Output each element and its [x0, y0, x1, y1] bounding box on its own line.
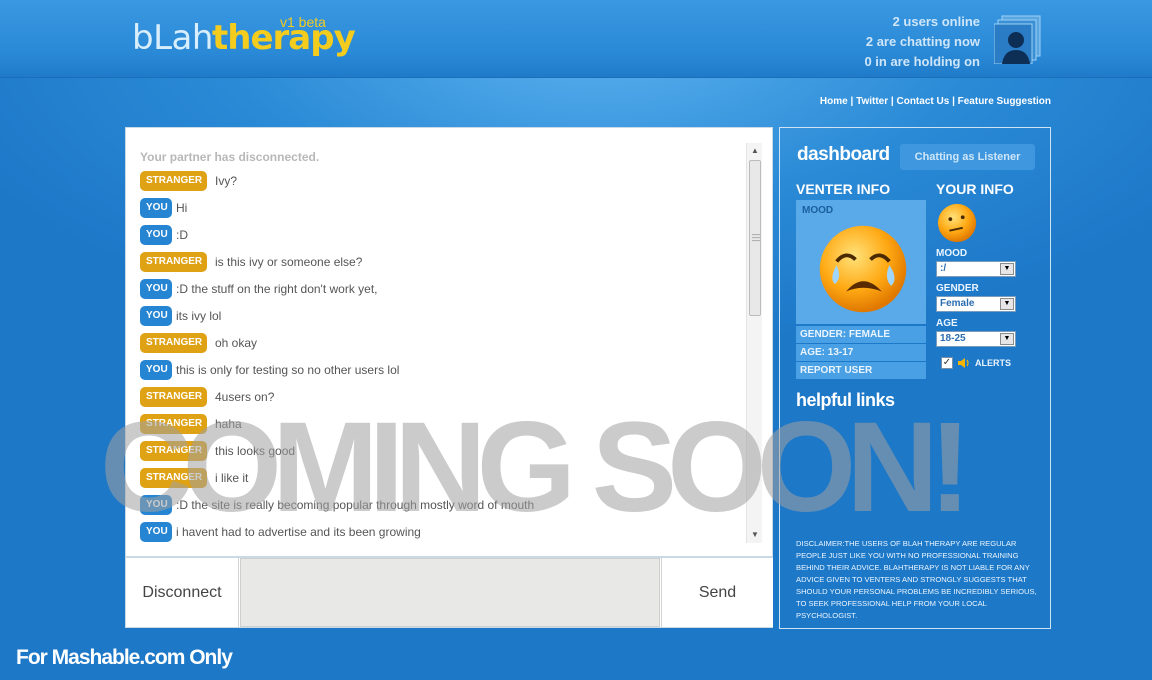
chat-message-text: i like it: [215, 470, 249, 485]
venter-gender: GENDER: FEMALE: [796, 326, 926, 343]
chat-message: YOU :D: [140, 221, 740, 248]
chat-controls: Disconnect Send: [125, 557, 773, 628]
scroll-grip-icon: — — —: [752, 230, 760, 245]
you-badge: YOU: [140, 359, 172, 380]
stranger-badge: STRANGER: [140, 170, 207, 191]
stranger-badge: STRANGER: [140, 413, 207, 434]
nav-twitter[interactable]: Twitter: [856, 96, 888, 107]
users-holding: 0 in are holding on: [864, 54, 980, 69]
nav-feature-suggestion[interactable]: Feature Suggestion: [958, 96, 1051, 107]
users-icon: [994, 15, 1041, 64]
chat-message-text: :D the stuff on the right don't work yet…: [176, 281, 378, 296]
gender-select[interactable]: Female ▼: [936, 296, 1016, 312]
chat-message: STRANGER this looks good: [140, 437, 740, 464]
you-badge: YOU: [140, 278, 172, 299]
chat-message: STRANGER Ivy?: [140, 167, 740, 194]
mood-value: :/: [940, 263, 947, 274]
chevron-down-icon[interactable]: ▼: [1000, 263, 1014, 275]
chat-message-text: i havent had to advertise and its been g…: [176, 524, 421, 539]
chat-message: YOU Hi: [140, 194, 740, 221]
mood-select[interactable]: :/ ▼: [936, 261, 1016, 277]
chat-message-text: :D: [176, 227, 188, 242]
age-label: AGE: [936, 318, 958, 329]
message-input[interactable]: [240, 558, 660, 627]
stranger-badge: STRANGER: [140, 251, 207, 272]
age-value: 18-25: [940, 333, 966, 344]
venter-mood-label: MOOD: [802, 205, 834, 216]
nav-contact[interactable]: Contact Us: [896, 96, 949, 107]
chat-message-text: is this ivy or someone else?: [215, 254, 363, 269]
logo-part-1: bLah: [132, 18, 213, 58]
venter-info-title: VENTER INFO: [796, 181, 891, 197]
alerts-toggle[interactable]: ✓ ALERTS: [941, 356, 1011, 370]
stranger-badge: STRANGER: [140, 440, 207, 461]
speaker-icon: [958, 358, 969, 368]
chat-mode-label: Chatting as Listener: [900, 144, 1035, 170]
system-message: Your partner has disconnected.: [140, 150, 320, 164]
you-badge: YOU: [140, 197, 172, 218]
scroll-down-arrow-icon[interactable]: ▼: [747, 527, 763, 543]
chat-message-text: oh okay: [215, 335, 258, 350]
stranger-badge: STRANGER: [140, 386, 207, 407]
your-info-title: YOUR INFO: [936, 181, 1014, 197]
venter-mood-box: MOOD: [796, 200, 926, 324]
chat-message: YOU its ivy lol: [140, 302, 740, 329]
dashboard-panel: dashboard Chatting as Listener VENTER IN…: [779, 127, 1051, 629]
scroll-up-arrow-icon[interactable]: ▲: [747, 143, 763, 159]
you-badge: YOU: [140, 305, 172, 326]
chat-message-text: :D the site is really becoming popular t…: [176, 497, 535, 512]
gender-value: Female: [940, 298, 975, 309]
chat-log: Your partner has disconnected. STRANGER I…: [140, 150, 740, 545]
users-online: 2 users online: [892, 14, 980, 29]
alerts-checkbox[interactable]: ✓: [941, 357, 953, 369]
scroll-thumb[interactable]: — — —: [749, 160, 761, 316]
stranger-badge: STRANGER: [140, 332, 207, 353]
chat-message: STRANGER haha: [140, 410, 740, 437]
gender-label: GENDER: [936, 283, 979, 294]
alerts-label: ALERTS: [975, 358, 1011, 368]
dashboard-title: dashboard: [797, 144, 890, 165]
chat-message-text: Ivy?: [215, 173, 238, 188]
report-user-button[interactable]: REPORT USER: [796, 362, 926, 379]
you-badge: YOU: [140, 494, 172, 515]
chat-scrollbar[interactable]: ▲ — — — ▼: [746, 143, 762, 543]
footer-note: For Mashable.com Only: [16, 646, 233, 669]
chat-message: YOU :D the stuff on the right don't work …: [140, 275, 740, 302]
venter-age: AGE: 13-17: [796, 344, 926, 361]
chat-message-text: this looks good: [215, 443, 296, 458]
confused-face-icon: [937, 203, 977, 243]
chat-message: YOU i havent had to advertise and its bee…: [140, 518, 740, 545]
logo-version: v1 beta: [280, 14, 326, 30]
users-chatting: 2 are chatting now: [865, 34, 980, 49]
age-select[interactable]: 18-25 ▼: [936, 331, 1016, 347]
you-badge: YOU: [140, 224, 172, 245]
stranger-badge: STRANGER: [140, 467, 207, 488]
chat-message-text: 4users on?: [215, 389, 275, 404]
crying-face-icon: [819, 225, 907, 313]
you-badge: YOU: [140, 521, 172, 542]
chat-message: STRANGER oh okay: [140, 329, 740, 356]
chat-message: STRANGER i like it: [140, 464, 740, 491]
chat-message: YOU :D the site is really becoming popula…: [140, 491, 740, 518]
chat-message: STRANGER is this ivy or someone else?: [140, 248, 740, 275]
chevron-down-icon[interactable]: ▼: [1000, 333, 1014, 345]
chat-message-text: its ivy lol: [176, 308, 222, 323]
chat-message: YOU this is only for testing so no other …: [140, 356, 740, 383]
send-button[interactable]: Send: [661, 558, 773, 627]
top-nav: Home | Twitter | Contact Us | Feature Su…: [820, 96, 1051, 107]
nav-home[interactable]: Home: [820, 96, 848, 107]
chat-message: STRANGER 4users on?: [140, 383, 740, 410]
disconnect-button[interactable]: Disconnect: [126, 558, 239, 627]
chat-panel: Your partner has disconnected. STRANGER I…: [125, 127, 773, 557]
user-stats: 2 users online 2 are chatting now 0 in a…: [864, 12, 980, 72]
chat-message-text: Hi: [176, 200, 188, 215]
chat-message-text: this is only for testing so no other use…: [176, 362, 400, 377]
chat-message-text: haha: [215, 416, 242, 431]
helpful-links-title: helpful links: [796, 390, 895, 410]
chevron-down-icon[interactable]: ▼: [1000, 298, 1014, 310]
mood-label: MOOD: [936, 248, 968, 259]
disclaimer-text: DISCLAIMER:THE USERS OF BLAH THERAPY ARE…: [796, 539, 1037, 620]
